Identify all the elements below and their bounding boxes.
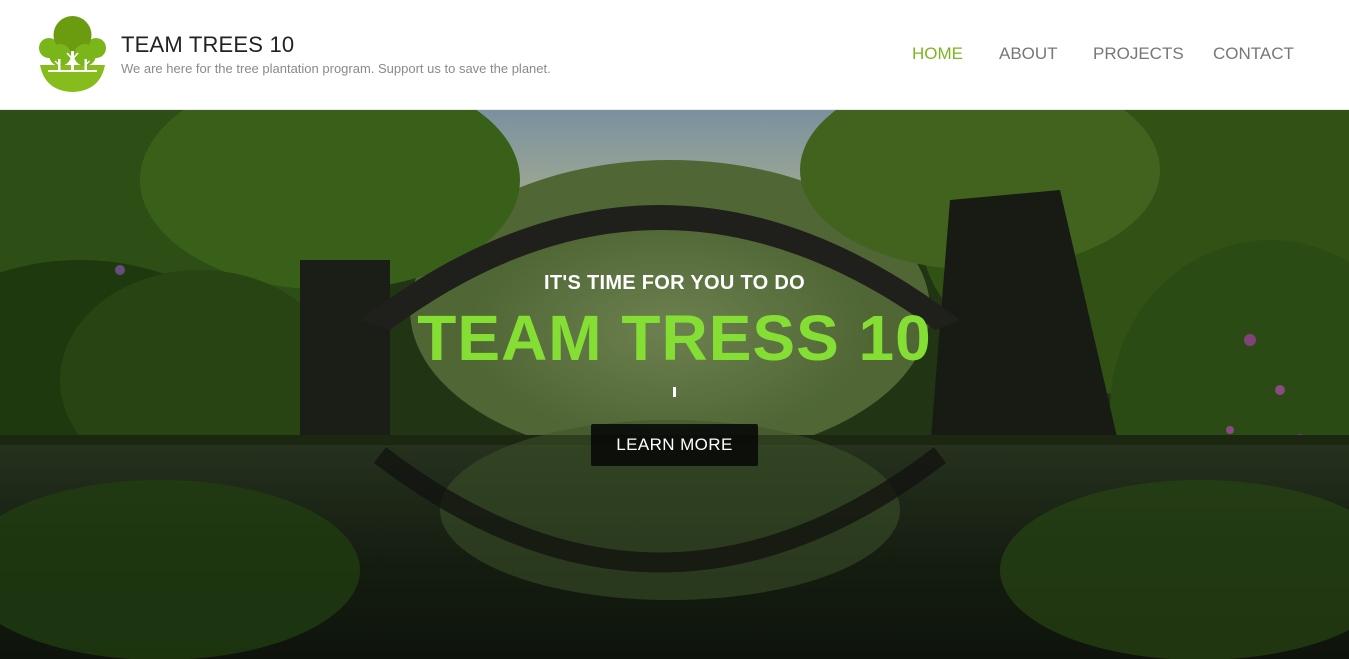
main-nav: HOME ABOUT PROJECTS CONTACT	[0, 44, 1349, 66]
nav-item-about[interactable]: ABOUT	[999, 44, 1058, 64]
nav-item-home[interactable]: HOME	[912, 44, 963, 64]
site-header: TEAM TREES 10 We are here for the tree p…	[0, 0, 1349, 110]
typing-cursor	[673, 387, 676, 397]
nav-item-projects[interactable]: PROJECTS	[1093, 44, 1184, 64]
hero-section: IT'S TIME FOR YOU TO DO TEAM TRESS 10 LE…	[0, 110, 1349, 659]
learn-more-button[interactable]: LEARN MORE	[591, 424, 758, 466]
hero-kicker: IT'S TIME FOR YOU TO DO	[544, 272, 805, 294]
nav-item-contact[interactable]: CONTACT	[1213, 44, 1294, 64]
hero-overlay	[0, 110, 1349, 659]
hero-title: TEAM TRESS 10	[417, 302, 932, 374]
